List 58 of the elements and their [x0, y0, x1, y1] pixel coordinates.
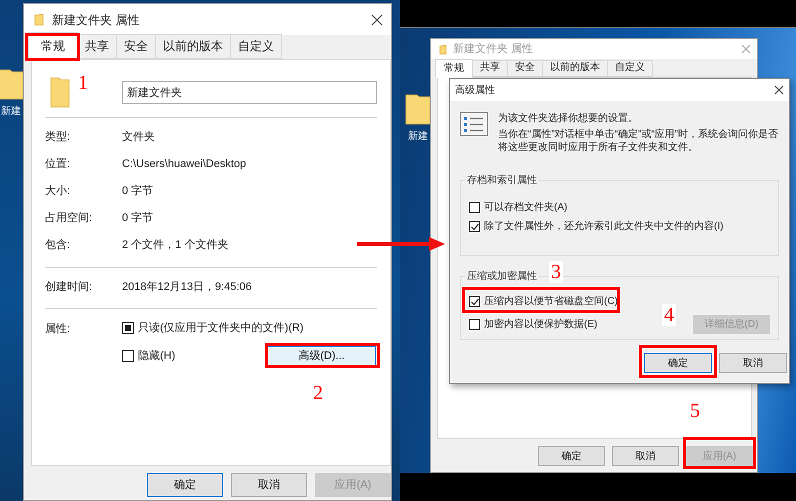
field-label: 属性:: [45, 322, 72, 337]
folder-icon: [50, 76, 70, 108]
dialog-button[interactable]: 取消: [719, 353, 787, 373]
note-text: 当你在“属性”对话框中单击“确定”或“应用”时，系统会询问你是否将这些更改同时应用于所有子文件夹和文件。: [498, 128, 779, 154]
checkbox[interactable]: [469, 296, 480, 307]
checkbox-label: 压缩内容以便节省磁盘空间(C): [484, 294, 618, 309]
name-field[interactable]: 新建文件夹: [122, 80, 377, 104]
tab[interactable]: 自定义: [230, 34, 282, 59]
checkbox[interactable]: [122, 350, 134, 362]
close-icon[interactable]: [774, 85, 784, 95]
field-value: C:\Users\huawei\Desktop: [122, 157, 246, 172]
folder-icon: [34, 13, 44, 26]
checkbox-label: 可以存档文件夹(A): [484, 200, 568, 215]
highlight-frame: [25, 33, 80, 61]
tab[interactable]: 以前的版本: [155, 34, 231, 59]
field-value: 文件夹: [122, 130, 155, 146]
field-label: 类型:: [45, 130, 72, 146]
checkbox-label: 除了文件属性外，还允许索引此文件夹中文件的内容(I): [484, 220, 724, 234]
tab[interactable]: 安全: [116, 34, 156, 59]
tab[interactable]: 安全: [507, 60, 543, 77]
icon-label: 新建: [408, 130, 428, 144]
settings-list-icon: [460, 112, 488, 136]
field-value: 0 字节: [122, 210, 154, 226]
window-title: 新建文件夹 属性: [52, 12, 140, 28]
tab[interactable]: 常规: [435, 59, 473, 78]
dialog-button[interactable]: 取消: [231, 473, 307, 497]
dialog-button[interactable]: 确定: [538, 446, 605, 466]
dialog-button[interactable]: 取消: [612, 446, 679, 466]
checkbox[interactable]: [469, 202, 480, 213]
icon-label: 新建: [1, 104, 21, 119]
tab[interactable]: 以前的版本: [542, 60, 608, 77]
field-label: 包含:: [45, 238, 72, 254]
advanced-button[interactable]: 高级(D)...: [267, 346, 376, 366]
intro-text: 为该文件夹选择你想要的设置。: [498, 112, 639, 125]
field-label: 占用空间:: [45, 210, 94, 226]
close-icon[interactable]: [371, 14, 383, 26]
field-value: 2018年12月13日，9:45:06: [122, 280, 252, 296]
window-title: 高级属性: [455, 84, 495, 98]
field-label: 位置:: [45, 157, 72, 172]
field-label: 大小:: [45, 184, 72, 200]
checkbox-label: 加密内容以便保护数据(E): [484, 318, 598, 332]
field-value: 2 个文件，1 个文件夹: [122, 238, 228, 254]
checkbox-label: 只读(仅应用于文件夹中的文件)(R): [138, 320, 304, 336]
tab[interactable]: 共享: [77, 34, 117, 59]
step-number: 4: [662, 304, 676, 326]
checkbox[interactable]: [469, 319, 480, 330]
folder-icon: [439, 44, 447, 54]
dialog-button[interactable]: 确定: [147, 473, 223, 497]
checkbox[interactable]: [469, 221, 480, 232]
dialog-button[interactable]: 确定: [644, 353, 712, 373]
field-value: 0 字节: [122, 184, 154, 200]
tab[interactable]: 共享: [472, 60, 508, 77]
step-number: 3: [549, 261, 563, 283]
checkbox-label: 隐藏(H): [138, 348, 176, 364]
checkbox[interactable]: [122, 322, 134, 334]
field-label: 创建时间:: [45, 280, 94, 296]
tab[interactable]: 自定义: [607, 60, 653, 77]
window-title: 新建文件夹 属性: [453, 42, 534, 57]
